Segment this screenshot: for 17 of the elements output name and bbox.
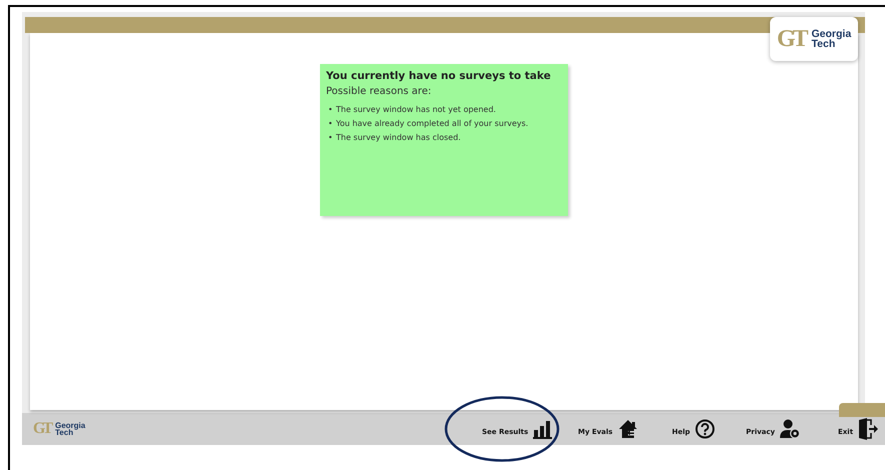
reason-item: The survey window has not yet opened. bbox=[336, 104, 496, 116]
bullet: • bbox=[328, 118, 334, 130]
notice-title: You currently have no surveys to take bbox=[326, 70, 552, 82]
house-icon bbox=[618, 419, 640, 439]
logo-name: Georgia Tech bbox=[812, 29, 852, 49]
logo-mark: GT bbox=[33, 420, 50, 438]
reason-item: The survey window has closed. bbox=[336, 132, 461, 144]
bullet: • bbox=[328, 132, 334, 144]
logo-name: Georgia Tech bbox=[55, 422, 86, 436]
help-icon bbox=[695, 419, 716, 439]
notice-subtitle: Possible reasons are: bbox=[326, 86, 432, 97]
user-settings-icon bbox=[780, 419, 800, 439]
bullet: • bbox=[328, 104, 334, 116]
reason-item: You have already completed all of your surveys. bbox=[336, 118, 528, 130]
exit-door-icon bbox=[858, 418, 878, 440]
bar-chart-icon bbox=[533, 419, 554, 439]
logo-mark: GT bbox=[776, 26, 806, 52]
